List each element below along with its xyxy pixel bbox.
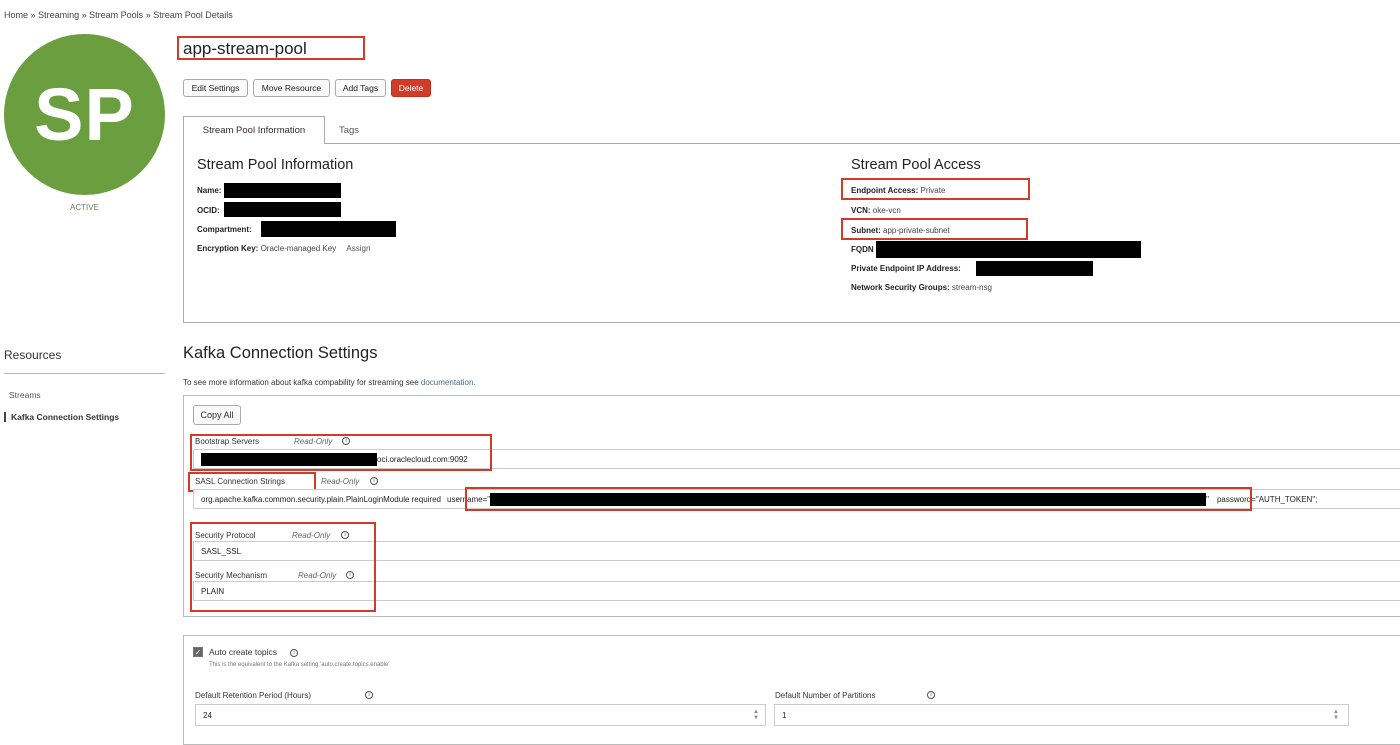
encryption-row: Encryption Key: Oracle-managed Key Assig…	[197, 244, 370, 253]
info-icon[interactable]: i	[927, 691, 935, 699]
name-label: Name:	[197, 186, 222, 195]
retention-period-label: Default Retention Period (Hours)	[195, 691, 312, 700]
breadcrumb-stream-pools[interactable]: Stream Pools	[89, 10, 143, 20]
settings-panel	[183, 635, 1400, 745]
documentation-link[interactable]: documentation	[421, 378, 473, 387]
kafka-description-end: .	[473, 378, 476, 387]
info-icon[interactable]: i	[290, 649, 298, 657]
status-label: ACTIVE	[70, 203, 99, 212]
encryption-label: Encryption Key:	[197, 244, 259, 253]
read-only-label: Read-Only	[321, 477, 360, 486]
breadcrumb: Home » Streaming » Stream Pools » Stream…	[4, 10, 233, 20]
retention-period-input[interactable]: 24	[195, 704, 766, 726]
redacted-fqdn	[876, 241, 1141, 258]
avatar: SP	[4, 34, 165, 195]
breadcrumb-home[interactable]: Home	[4, 10, 28, 20]
highlight-box-title	[177, 36, 365, 60]
name-row: Name:	[197, 186, 221, 195]
redacted-compartment	[261, 221, 396, 237]
redacted-ip	[976, 261, 1093, 276]
breadcrumb-current: Stream Pool Details	[153, 10, 233, 20]
fqdn-label: FQDN	[851, 245, 874, 254]
vcn-label: VCN:	[851, 206, 871, 215]
assign-link[interactable]: Assign	[346, 244, 370, 253]
sidebar-item-kafka-connection-settings[interactable]: Kafka Connection Settings	[4, 412, 119, 422]
copy-all-button[interactable]: Copy All	[193, 405, 241, 425]
info-heading: Stream Pool Information	[197, 157, 354, 173]
compartment-label: Compartment:	[197, 225, 252, 234]
edit-settings-button[interactable]: Edit Settings	[183, 79, 248, 97]
move-resource-button[interactable]: Move Resource	[253, 79, 330, 97]
tab-stream-pool-information[interactable]: Stream Pool Information	[183, 116, 325, 144]
retention-stepper-icon[interactable]: ▲ ▼	[752, 708, 760, 722]
add-tags-button[interactable]: Add Tags	[335, 79, 386, 97]
partitions-stepper-icon[interactable]: ▲ ▼	[1332, 708, 1340, 722]
fqdn-row: FQDN	[851, 245, 874, 254]
partitions-label: Default Number of Partitions	[775, 691, 876, 700]
ocid-label: OCID:	[197, 206, 220, 215]
compartment-row: Compartment:	[197, 225, 252, 234]
breadcrumb-separator: »	[145, 10, 151, 20]
resources-heading: Resources	[4, 348, 62, 362]
auto-create-topics-help: This is the equivalent to the Kafka sett…	[209, 662, 390, 668]
breadcrumb-streaming[interactable]: Streaming	[38, 10, 79, 20]
highlight-box-bootstrap	[190, 434, 492, 471]
access-heading: Stream Pool Access	[851, 157, 981, 173]
vcn-row: VCN: oke-vcn	[851, 206, 901, 215]
encryption-value: Oracle-managed Key	[260, 244, 337, 253]
sasl-prefix: org.apache.kafka.common.security.plain.P…	[201, 494, 441, 504]
auto-create-topics-label: Auto create topics	[209, 647, 278, 657]
breadcrumb-separator: »	[81, 10, 87, 20]
resources-divider	[4, 373, 165, 374]
highlight-box-subnet	[841, 218, 1028, 240]
tab-tags[interactable]: Tags	[330, 116, 368, 144]
info-icon[interactable]: i	[370, 477, 378, 485]
redacted-ocid	[224, 202, 341, 217]
kafka-description-text: To see more information about kafka comp…	[183, 378, 419, 387]
avatar-initials: SP	[34, 73, 135, 156]
delete-button[interactable]: Delete	[391, 79, 431, 97]
nsg-row: Network Security Groups: stream-nsg	[851, 283, 992, 292]
highlight-box-endpoint	[841, 178, 1030, 200]
nsg-value: stream-nsg	[951, 283, 992, 292]
private-endpoint-ip-row: Private Endpoint IP Address:	[851, 264, 961, 273]
vcn-value: oke-vcn	[872, 206, 901, 215]
partitions-input[interactable]: 1	[774, 704, 1349, 726]
highlight-box-sasl-username	[465, 487, 1252, 511]
kafka-description: To see more information about kafka comp…	[183, 378, 476, 387]
info-icon[interactable]: i	[365, 691, 373, 699]
kafka-heading: Kafka Connection Settings	[183, 344, 378, 362]
private-endpoint-ip-label: Private Endpoint IP Address:	[851, 264, 961, 273]
auto-create-topics-checkbox[interactable]: ✓	[193, 647, 203, 657]
highlight-box-security	[190, 522, 376, 612]
ocid-row: OCID:	[197, 206, 220, 215]
sidebar-item-streams[interactable]: Streams	[9, 390, 41, 400]
redacted-name	[224, 183, 341, 198]
nsg-label: Network Security Groups:	[851, 283, 950, 292]
breadcrumb-separator: »	[30, 10, 36, 20]
